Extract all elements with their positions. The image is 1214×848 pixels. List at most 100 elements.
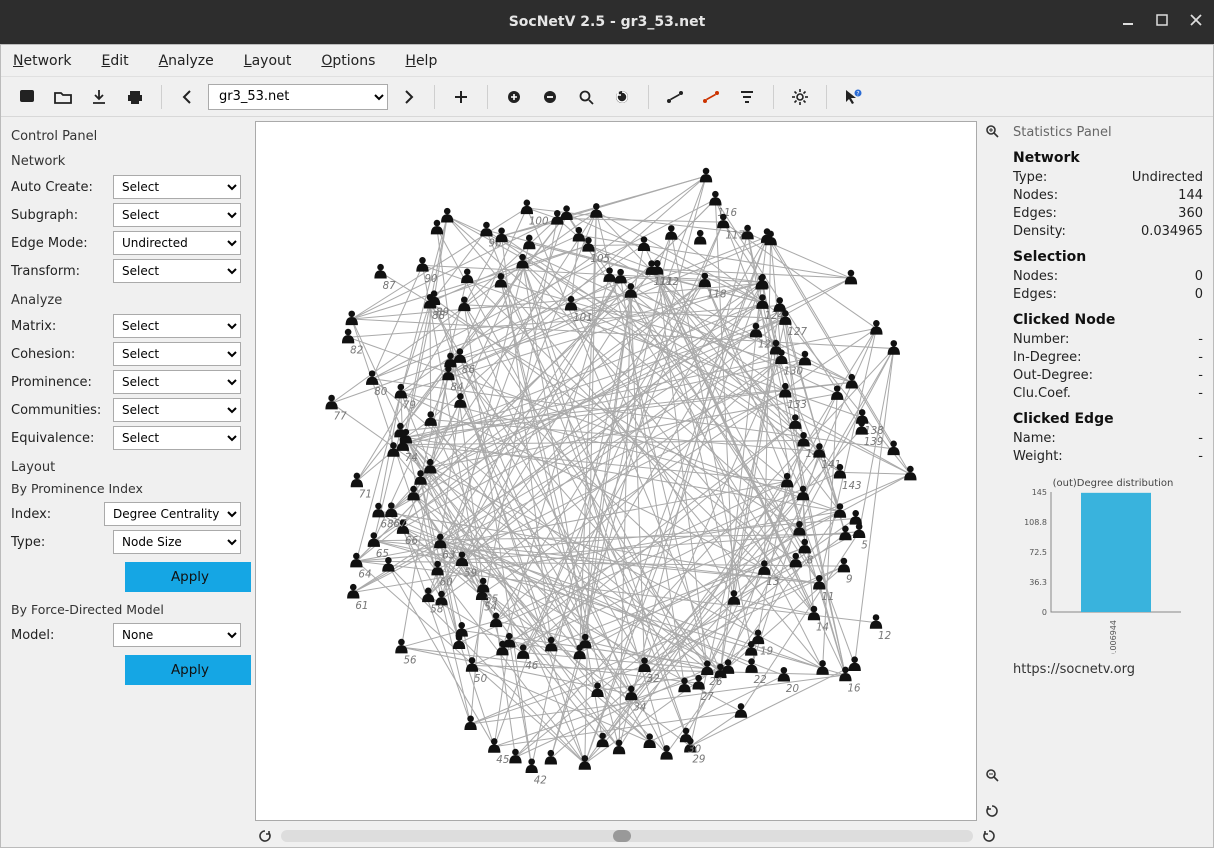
rotate-right-icon[interactable] <box>979 826 999 846</box>
stats-type-value: Undirected <box>1132 170 1203 185</box>
nav-forward-icon[interactable] <box>392 81 424 113</box>
stats-network-section: Network <box>1013 150 1203 166</box>
svg-text:66: 66 <box>405 535 419 547</box>
new-file-icon[interactable] <box>11 81 43 113</box>
zoom-reset-icon[interactable] <box>982 801 1002 821</box>
transform-select[interactable]: Select <box>113 259 241 283</box>
svg-text:105: 105 <box>591 253 611 265</box>
stats-edges-value: 360 <box>1178 206 1203 221</box>
stats-density-value: 0.034965 <box>1141 224 1203 239</box>
find-icon[interactable] <box>570 81 602 113</box>
svg-text:90: 90 <box>425 273 439 285</box>
settings-icon[interactable] <box>784 81 816 113</box>
communities-select[interactable]: Select <box>113 398 241 422</box>
menu-analyze[interactable]: Analyze <box>159 53 214 69</box>
stats-weight-value: - <box>1198 449 1203 464</box>
label-equivalence: Equivalence: <box>11 431 105 446</box>
stats-nodes-value: 144 <box>1178 188 1203 203</box>
menu-layout[interactable]: Layout <box>244 53 292 69</box>
section-by-force: By Force-Directed Model <box>11 602 241 617</box>
stats-panel-title: Statistics Panel <box>1013 125 1203 140</box>
model-select[interactable]: None <box>113 623 241 647</box>
type-select[interactable]: Node Size <box>113 530 241 554</box>
print-icon[interactable] <box>119 81 151 113</box>
label-index: Index: <box>11 507 96 522</box>
rotate-left-icon[interactable] <box>255 826 275 846</box>
add-icon[interactable] <box>445 81 477 113</box>
svg-text:60: 60 <box>440 577 454 589</box>
window-minimize-button[interactable] <box>1120 12 1136 28</box>
stats-outdeg-label: Out-Degree: <box>1013 368 1093 383</box>
svg-text:74: 74 <box>405 452 418 464</box>
svg-text:34: 34 <box>633 702 646 714</box>
label-edge-mode: Edge Mode: <box>11 236 105 251</box>
menu-help[interactable]: Help <box>405 53 437 69</box>
stats-number-value: - <box>1198 332 1203 347</box>
menu-network[interactable]: Network <box>13 53 71 69</box>
window-title: SocNetV 2.5 - gr3_53.net <box>509 14 706 30</box>
svg-text:145: 145 <box>1032 488 1047 497</box>
svg-text:50: 50 <box>474 673 488 685</box>
website-link[interactable]: https://socnetv.org <box>1013 662 1203 677</box>
recent-file-select[interactable]: gr3_53.net <box>208 84 388 110</box>
svg-text:29: 29 <box>692 754 705 766</box>
apply-force-button[interactable]: Apply <box>125 655 251 685</box>
svg-text:84: 84 <box>450 382 463 394</box>
svg-text:86: 86 <box>462 364 476 376</box>
prominence-select[interactable]: Select <box>113 370 241 394</box>
stats-indeg-value: - <box>1198 350 1203 365</box>
network-canvas[interactable]: 5891112131416192022262729303234424546505… <box>255 121 977 821</box>
degree-distribution-chart: (out)Degree distribution036.372.5108.814… <box>1013 474 1193 654</box>
filter-icon[interactable] <box>731 81 763 113</box>
horizontal-scrollbar[interactable] <box>281 830 973 842</box>
remove-edge-icon[interactable] <box>695 81 727 113</box>
edge-mode-select[interactable]: Undirected <box>113 231 241 255</box>
svg-text:143: 143 <box>842 480 862 492</box>
svg-text:112: 112 <box>659 276 679 288</box>
stats-name-value: - <box>1198 431 1203 446</box>
open-file-icon[interactable] <box>47 81 79 113</box>
window-titlebar: SocNetV 2.5 - gr3_53.net <box>0 0 1214 44</box>
matrix-select[interactable]: Select <box>113 314 241 338</box>
menu-edit[interactable]: Edit <box>101 53 128 69</box>
toolbar: gr3_53.net ? <box>1 77 1213 117</box>
svg-text:(out)Degree distribution: (out)Degree distribution <box>1053 478 1174 489</box>
svg-text:59: 59 <box>464 567 477 579</box>
save-icon[interactable] <box>83 81 115 113</box>
apply-prominence-button[interactable]: Apply <box>125 562 251 592</box>
window-close-button[interactable] <box>1188 12 1204 28</box>
svg-text:13: 13 <box>766 576 779 588</box>
svg-text:133: 133 <box>787 399 807 411</box>
auto-create-select[interactable]: Select <box>113 175 241 199</box>
label-subgraph: Subgraph: <box>11 208 105 223</box>
section-network: Network <box>11 154 241 169</box>
svg-text:8: 8 <box>807 555 814 567</box>
subgraph-select[interactable]: Select <box>113 203 241 227</box>
remove-node-icon[interactable] <box>534 81 566 113</box>
stats-sel-edges-label: Edges: <box>1013 287 1057 302</box>
window-maximize-button[interactable] <box>1154 12 1170 28</box>
stats-outdeg-value: - <box>1198 368 1203 383</box>
zoom-out-icon[interactable] <box>982 765 1002 785</box>
stats-selection-section: Selection <box>1013 249 1203 265</box>
svg-text:67: 67 <box>393 518 407 530</box>
svg-text:56: 56 <box>403 655 417 667</box>
svg-text:130: 130 <box>783 365 803 377</box>
svg-text:0: 0 <box>1042 608 1047 617</box>
svg-text:?: ? <box>856 90 859 97</box>
svg-text:71: 71 <box>359 488 372 500</box>
add-node-icon[interactable] <box>498 81 530 113</box>
stats-name-label: Name: <box>1013 431 1056 446</box>
svg-text:79: 79 <box>403 400 416 412</box>
svg-text:42: 42 <box>534 774 547 786</box>
refresh-icon[interactable] <box>606 81 638 113</box>
zoom-in-icon[interactable] <box>982 121 1002 141</box>
svg-text:16: 16 <box>847 683 861 695</box>
equivalence-select[interactable]: Select <box>113 426 241 450</box>
menu-options[interactable]: Options <box>321 53 375 69</box>
index-select[interactable]: Degree Centrality <box>104 502 241 526</box>
nav-back-icon[interactable] <box>172 81 204 113</box>
help-pointer-icon[interactable]: ? <box>837 81 869 113</box>
add-edge-icon[interactable] <box>659 81 691 113</box>
cohesion-select[interactable]: Select <box>113 342 241 366</box>
